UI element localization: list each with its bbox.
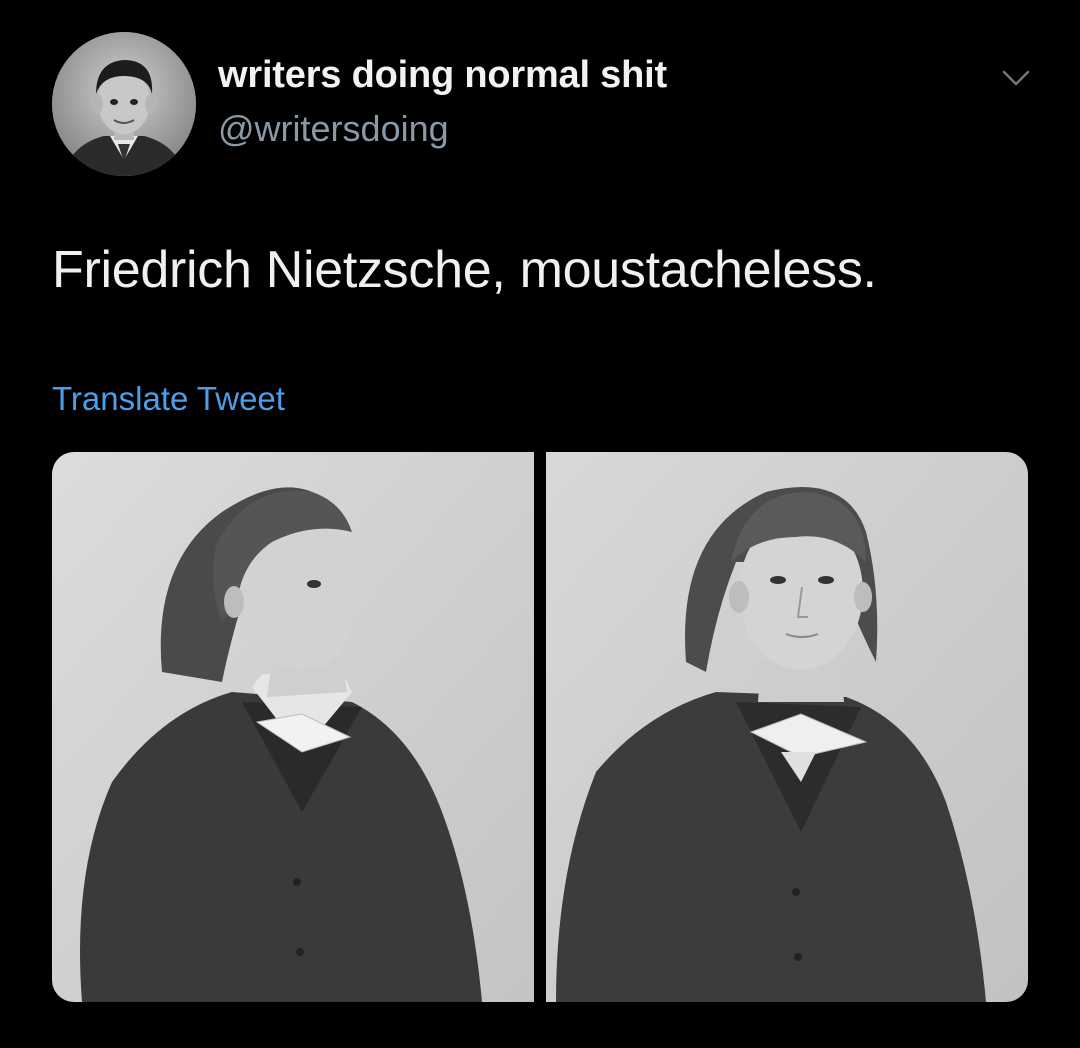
author-avatar[interactable] — [52, 32, 196, 176]
tweet-card: writers doing normal shit @writersdoing … — [0, 0, 1080, 1048]
chevron-down-icon[interactable] — [996, 58, 1036, 98]
tweet-text: Friedrich Nietzsche, moustacheless. — [52, 241, 877, 299]
photo-portrait-profile[interactable] — [52, 452, 534, 1002]
media-grid — [52, 452, 1028, 1002]
author-display-name[interactable]: writers doing normal shit — [218, 54, 667, 97]
media-divider — [534, 452, 546, 1002]
translate-tweet-link[interactable]: Translate Tweet — [52, 380, 285, 418]
author-handle[interactable]: @writersdoing — [218, 108, 449, 150]
photo-portrait-front[interactable] — [546, 452, 1028, 1002]
